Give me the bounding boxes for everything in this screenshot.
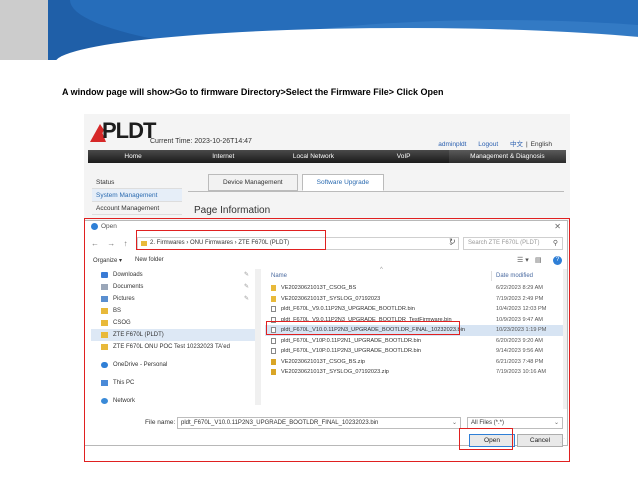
- highlight-selected-file: [266, 321, 460, 335]
- tab-software-upgrade[interactable]: Software Upgrade: [301, 174, 385, 191]
- top-links: adminpldt Logout 中文 | English: [428, 138, 552, 148]
- router-tabs: Device Management Software Upgrade: [208, 174, 388, 191]
- current-time: Current Time: 2023-10-26T14:47: [150, 138, 252, 145]
- pldt-logo-text: PLDT: [102, 118, 156, 143]
- nav-management-diagnosis[interactable]: Management & Diagnosis: [448, 150, 566, 163]
- router-web-page: PLDT Current Time: 2023-10-26T14:47 admi…: [84, 114, 570, 222]
- tab-divider: [188, 191, 564, 192]
- nav-internet[interactable]: Internet: [178, 150, 268, 163]
- highlight-open-button: [459, 428, 513, 450]
- slide: A window page will show>Go to firmware D…: [0, 0, 638, 478]
- sidebar-item-status[interactable]: Status: [92, 176, 182, 189]
- lang-en-link[interactable]: English: [531, 141, 552, 148]
- sidebar-item-account-management[interactable]: Account Management: [92, 202, 182, 215]
- logout-link[interactable]: Logout: [478, 141, 498, 148]
- nav-voip[interactable]: VoIP: [359, 150, 449, 163]
- tab-device-management[interactable]: Device Management: [208, 174, 298, 191]
- main-nav: Home Internet Local Network VoIP Managem…: [88, 150, 566, 163]
- nav-home[interactable]: Home: [88, 150, 178, 163]
- highlight-dialog: [84, 218, 570, 462]
- sidebar-item-system-management[interactable]: System Management: [92, 189, 182, 202]
- page-heading: Page Information: [194, 205, 271, 216]
- lang-separator: |: [525, 141, 528, 148]
- user-link[interactable]: adminpldt: [438, 141, 466, 148]
- router-sidebar: Status System Management Account Managem…: [92, 176, 182, 215]
- header-band: [0, 0, 638, 60]
- lang-cn-link[interactable]: 中文: [510, 141, 523, 148]
- slide-caption: A window page will show>Go to firmware D…: [62, 87, 444, 97]
- corner-block: [0, 0, 48, 60]
- nav-local-network[interactable]: Local Network: [268, 150, 358, 163]
- highlight-address-bar: [136, 230, 326, 250]
